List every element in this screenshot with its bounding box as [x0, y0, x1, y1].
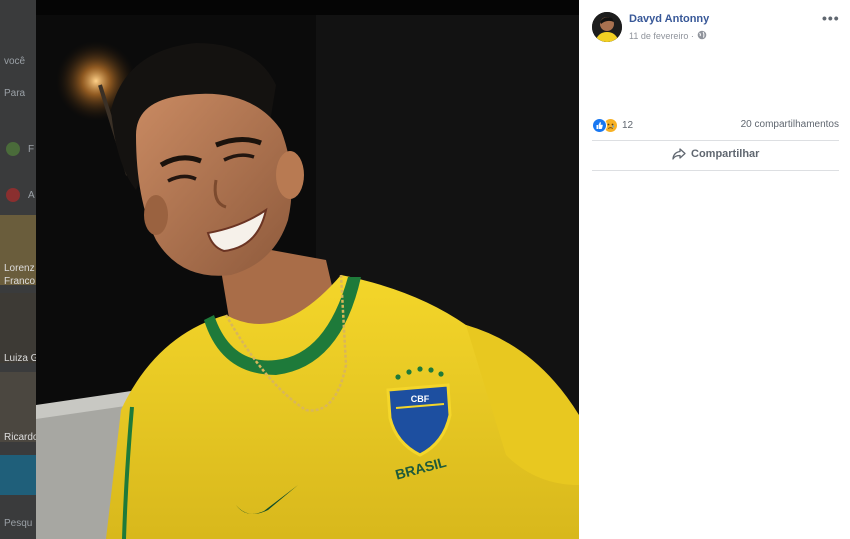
background-page: você Para F A Lorenz Franco Luiza G Rica… — [0, 0, 36, 539]
reactions-summary[interactable]: 12 — [592, 117, 633, 133]
background-text: Lorenz — [4, 263, 35, 274]
post-photo[interactable]: CBF BRASIL — [36, 15, 579, 539]
avatar[interactable] — [592, 12, 622, 42]
background-thumbnail — [0, 455, 36, 495]
share-button[interactable]: Compartilhar — [672, 148, 759, 160]
post-meta: 11 de fevereiro · — [629, 31, 694, 41]
shares-count[interactable]: 20 compartilhamentos — [741, 119, 839, 130]
globe-icon[interactable] — [697, 30, 707, 40]
more-options-icon[interactable]: ••• — [822, 10, 840, 26]
badge-text: CBF — [411, 394, 430, 404]
viewer-top-bar — [36, 0, 579, 15]
reaction-count[interactable]: 12 — [622, 120, 633, 131]
background-text: Ricardo — [4, 432, 36, 443]
author-name[interactable]: Davyd Antonny — [629, 13, 709, 25]
background-text: Franco — [4, 276, 36, 287]
share-label: Compartilhar — [691, 148, 760, 160]
date-separator: · — [690, 31, 694, 41]
background-text: Para — [4, 88, 26, 99]
share-arrow-icon — [672, 148, 686, 160]
divider — [592, 140, 839, 141]
background-text: A — [28, 190, 35, 201]
background-text: F — [28, 144, 35, 155]
post-sidebar: Davyd Antonny 11 de fevereiro · ••• 12 2… — [580, 0, 850, 539]
background-text: Pesqu — [4, 518, 33, 529]
divider — [592, 170, 839, 171]
background-text: Luiza G — [4, 353, 36, 364]
background-icon — [6, 188, 20, 202]
background-thumbnail — [0, 215, 36, 285]
like-reaction-icon — [592, 117, 607, 133]
avatar-image — [592, 12, 622, 42]
background-text: você — [4, 56, 26, 67]
background-icon — [6, 142, 20, 156]
post-date[interactable]: 11 de fevereiro — [629, 31, 688, 41]
photo-illustration: CBF BRASIL — [36, 15, 579, 539]
